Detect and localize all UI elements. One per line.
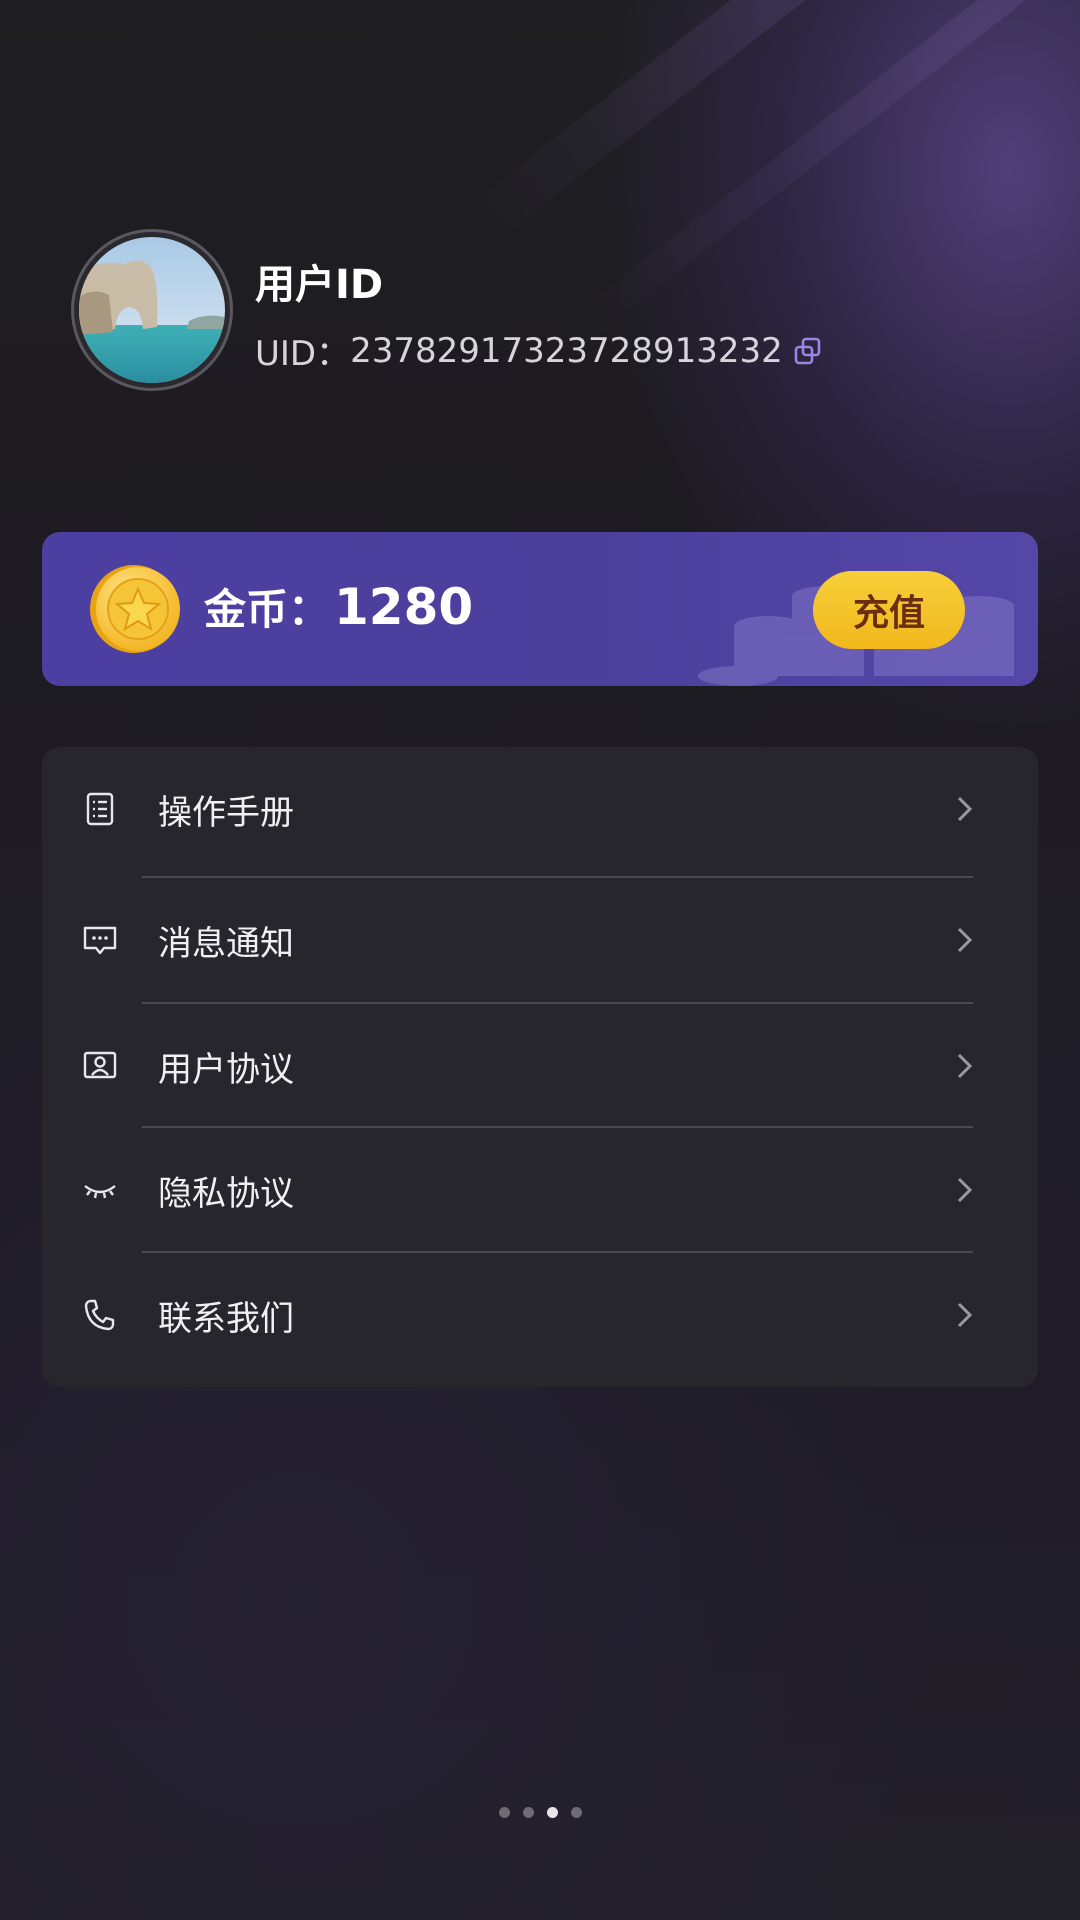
menu-item-contact[interactable]: 联系我们 [42,1253,1038,1377]
page-dot[interactable] [498,1807,510,1818]
menu-item-privacy[interactable]: 隐私协议 [42,1128,1038,1252]
chevron-right-icon [957,1302,973,1328]
page-indicator [0,1807,1080,1818]
settings-menu: 操作手册 消息通知 用户协议 隐私协议 联系我们 [42,747,1038,1387]
menu-item-label: 隐私协议 [158,1173,294,1214]
chevron-right-icon [957,796,973,822]
phone-icon [84,1299,115,1331]
recharge-button[interactable]: 充值 [813,571,965,649]
user-agreement-icon [83,1051,117,1079]
chevron-right-icon [957,927,973,953]
menu-item-label: 用户协议 [158,1049,294,1090]
menu-item-label: 消息通知 [158,923,294,964]
closed-eye-icon [84,1185,116,1199]
menu-item-notifications[interactable]: 消息通知 [42,878,1038,1002]
menu-item-label: 联系我们 [158,1298,294,1339]
coin-label: 金币： [204,585,331,634]
coin-balance: 金币： 1280 [204,576,473,637]
menu-item-label: 操作手册 [158,792,294,833]
avatar[interactable] [71,229,233,391]
chevron-right-icon [957,1177,973,1203]
manual-list-icon [86,792,114,826]
gold-coin-icon [90,565,180,653]
menu-item-manual[interactable]: 操作手册 [42,747,1038,871]
coin-balance-card: 金币： 1280 充值 [42,532,1038,686]
username: 用户ID [255,262,384,308]
chevron-right-icon [957,1053,973,1079]
menu-item-user-agreement[interactable]: 用户协议 [42,1004,1038,1128]
avatar-image [79,237,225,383]
page-dot-active[interactable] [546,1807,558,1818]
copy-icon[interactable] [793,336,823,366]
uid-row: UID： 23782917323728913232 [255,326,823,375]
page-dot[interactable] [570,1807,582,1818]
message-icon [83,926,117,955]
uid-value: 23782917323728913232 [350,330,783,371]
page-dot[interactable] [522,1807,534,1818]
coin-amount: 1280 [334,578,474,636]
uid-label: UID： [255,334,351,374]
